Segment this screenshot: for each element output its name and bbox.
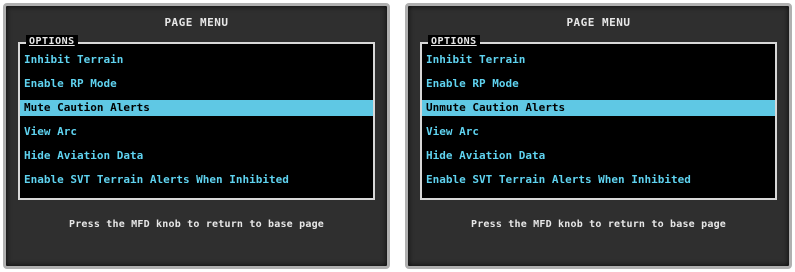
menu-item-inhibit-terrain[interactable]: Inhibit Terrain (422, 52, 775, 68)
menu-item-inhibit-terrain[interactable]: Inhibit Terrain (20, 52, 373, 68)
options-label: OPTIONS (428, 35, 480, 49)
menu-item-mute-caution-alerts[interactable]: Mute Caution Alerts (20, 100, 373, 116)
options-box: OPTIONS Inhibit Terrain Enable RP Mode U… (420, 35, 777, 200)
options-label: OPTIONS (26, 35, 78, 49)
menu-item-hide-aviation-data[interactable]: Hide Aviation Data (20, 148, 373, 164)
menu-item-enable-rp-mode[interactable]: Enable RP Mode (20, 76, 373, 92)
page-menu-screen-after: PAGE MENU OPTIONS Inhibit Terrain Enable… (405, 3, 792, 269)
menu-item-enable-rp-mode[interactable]: Enable RP Mode (422, 76, 775, 92)
return-instruction: Press the MFD knob to return to base pag… (470, 219, 727, 230)
page-menu-screen-before: PAGE MENU OPTIONS Inhibit Terrain Enable… (3, 3, 390, 269)
menu-item-view-arc[interactable]: View Arc (422, 124, 775, 140)
option-list: Inhibit Terrain Enable RP Mode Unmute Ca… (422, 52, 775, 196)
page-menu-title: PAGE MENU (566, 16, 631, 29)
menu-item-enable-svt-terrain-alerts[interactable]: Enable SVT Terrain Alerts When Inhibited (20, 172, 373, 188)
page-menu-title: PAGE MENU (164, 16, 229, 29)
menu-item-view-arc[interactable]: View Arc (20, 124, 373, 140)
menu-item-unmute-caution-alerts[interactable]: Unmute Caution Alerts (422, 100, 775, 116)
options-box: OPTIONS Inhibit Terrain Enable RP Mode M… (18, 35, 375, 200)
menu-item-enable-svt-terrain-alerts[interactable]: Enable SVT Terrain Alerts When Inhibited (422, 172, 775, 188)
return-instruction: Press the MFD knob to return to base pag… (68, 219, 325, 230)
menu-item-hide-aviation-data[interactable]: Hide Aviation Data (422, 148, 775, 164)
option-list: Inhibit Terrain Enable RP Mode Mute Caut… (20, 52, 373, 196)
